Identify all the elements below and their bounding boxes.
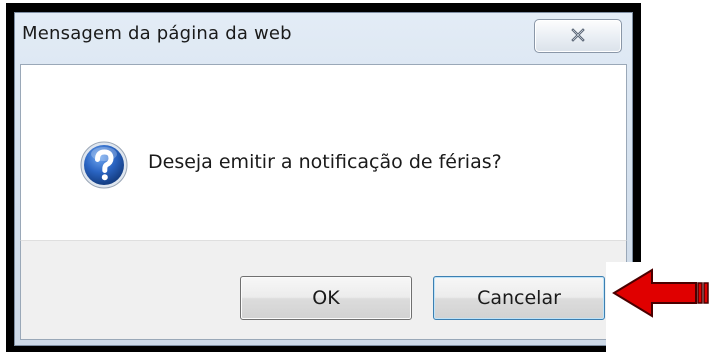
dialog-message: Deseja emitir a notificação de férias? <box>148 151 502 173</box>
question-icon <box>79 140 129 190</box>
close-icon <box>571 27 585 46</box>
dialog-title: Mensagem da página da web <box>22 23 292 44</box>
close-button[interactable] <box>534 19 622 53</box>
red-arrow-left-icon <box>612 268 712 318</box>
ok-button[interactable]: OK <box>240 276 412 320</box>
cancel-button[interactable]: Cancelar <box>433 276 605 320</box>
